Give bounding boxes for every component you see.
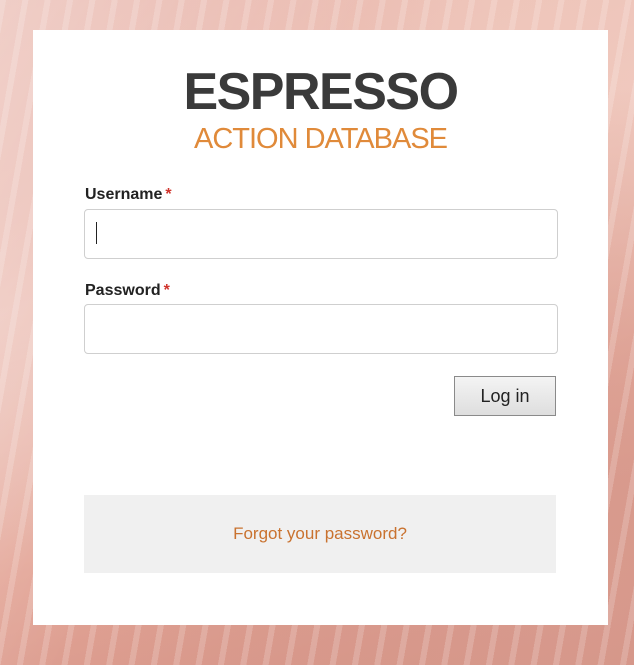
forgot-password-panel: Forgot your password? bbox=[84, 495, 556, 573]
text-cursor bbox=[96, 222, 97, 244]
password-input[interactable] bbox=[84, 304, 558, 354]
username-input[interactable] bbox=[84, 209, 558, 259]
username-label-text: Username bbox=[85, 186, 163, 203]
login-button[interactable]: Log in bbox=[454, 376, 556, 416]
logo-title: ESPRESSO bbox=[183, 63, 459, 121]
password-label-text: Password bbox=[85, 282, 161, 299]
password-required-marker: * bbox=[163, 282, 170, 299]
logo-subtitle: ACTION DATABASE bbox=[193, 123, 448, 155]
forgot-password-link[interactable]: Forgot your password? bbox=[233, 524, 407, 543]
username-label: Username * bbox=[85, 186, 172, 204]
password-label: Password * bbox=[85, 282, 170, 300]
login-card: ESPRESSO ACTION DATABASE Username * Passw… bbox=[33, 30, 608, 625]
username-required-marker: * bbox=[165, 186, 172, 203]
